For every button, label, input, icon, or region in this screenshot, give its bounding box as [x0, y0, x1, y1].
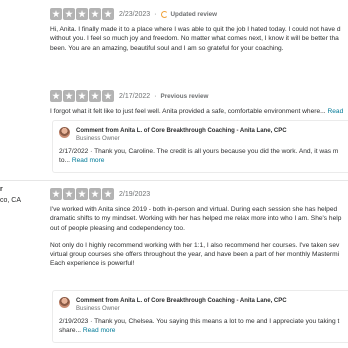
owner-line: share...	[59, 327, 81, 335]
owner-role: Business Owner	[76, 136, 120, 142]
review-tag: Previous review	[160, 92, 209, 100]
review-date: 2/23/2023	[119, 10, 151, 18]
star-icon	[89, 8, 101, 20]
star-icon	[63, 188, 75, 200]
read-more-link[interactable]: Read more	[72, 157, 105, 164]
refresh-icon	[160, 10, 168, 18]
owner-comment: Comment from Anita L. of Core Breakthrou…	[52, 120, 348, 173]
separator: ·	[154, 10, 157, 18]
owner-text: 2/19/2023 · Thank you, Chelsea. You sayi…	[59, 317, 345, 336]
review-tag: Updated review	[170, 10, 218, 18]
star-icon	[50, 90, 62, 102]
star-icon	[63, 90, 75, 102]
owner-name: Comment from Anita L. of Core Breakthrou…	[76, 298, 287, 304]
star-rating	[50, 90, 114, 102]
owner-name: Comment from Anita L. of Core Breakthrou…	[76, 128, 287, 134]
review-line: been. You are an amazing, beautiful soul…	[50, 44, 284, 52]
owner-line: 2/19/2023 · Thank you, Chelsea. You sayi…	[59, 318, 340, 325]
avatar	[59, 127, 70, 138]
review-text: I've worked with Anita since 2019 - both…	[50, 205, 348, 269]
owner-header: Comment from Anita L. of Core Breakthrou…	[59, 297, 345, 313]
read-more-link[interactable]: Read	[327, 108, 343, 115]
review-meta: 2/23/2023 · Updated review	[50, 8, 348, 20]
review-line: I've worked with Anita since 2019 - both…	[50, 206, 338, 213]
review-text: Hi, Anita. I finally made it to a place …	[50, 25, 348, 53]
owner-line: 2/17/2022 · Thank you, Caroline. The cre…	[59, 148, 339, 155]
star-icon	[76, 8, 88, 20]
review-line: I forgot what it felt like to just feel …	[50, 108, 326, 115]
owner-comment: Comment from Anita L. of Core Breakthrou…	[52, 290, 348, 343]
review-1: 2/23/2023 · Updated review Hi, Anita. I …	[50, 8, 348, 53]
star-rating	[50, 8, 114, 20]
owner-role: Business Owner	[76, 306, 120, 312]
review-line: dramatic shifts to my mindset. Working w…	[50, 215, 342, 223]
star-icon	[89, 90, 101, 102]
review-line: Hi, Anita. I finally made it to a place …	[50, 26, 341, 33]
review-line: out of people pleasing and codependency …	[50, 224, 185, 232]
review-3: 2/19/2023 I've worked with Anita since 2…	[50, 188, 348, 269]
divider	[0, 180, 348, 181]
avatar	[59, 297, 70, 308]
review-2: 2/17/2022 · Previous review I forgot wha…	[50, 90, 348, 116]
star-rating	[50, 188, 114, 200]
read-more-link[interactable]: Read more	[83, 327, 116, 334]
review-meta: 2/17/2022 · Previous review	[50, 90, 348, 102]
review-date: 2/19/2023	[119, 190, 151, 198]
owner-line: to...	[59, 157, 70, 165]
star-icon	[76, 90, 88, 102]
star-icon	[50, 8, 62, 20]
star-icon	[102, 8, 114, 20]
star-icon	[102, 90, 114, 102]
review-meta: 2/19/2023	[50, 188, 348, 200]
review-line: Not only do I highly recommend working w…	[50, 241, 340, 249]
star-icon	[76, 188, 88, 200]
star-icon	[63, 8, 75, 20]
review-date: 2/17/2022	[119, 92, 151, 100]
review-line: without you. I feel so much joy and free…	[50, 35, 339, 43]
reviewer-fragment: r	[0, 186, 3, 193]
review-line: Each experience is powerful!	[50, 260, 135, 268]
review-text: I forgot what it felt like to just feel …	[50, 107, 348, 116]
owner-text: 2/17/2022 · Thank you, Caroline. The cre…	[59, 147, 345, 166]
star-icon	[102, 188, 114, 200]
star-icon	[50, 188, 62, 200]
reviewer-location: co, CA	[0, 197, 22, 204]
separator: ·	[154, 92, 157, 100]
review-line: virtual group courses she offers through…	[50, 251, 340, 259]
star-icon	[89, 188, 101, 200]
owner-header: Comment from Anita L. of Core Breakthrou…	[59, 127, 345, 143]
